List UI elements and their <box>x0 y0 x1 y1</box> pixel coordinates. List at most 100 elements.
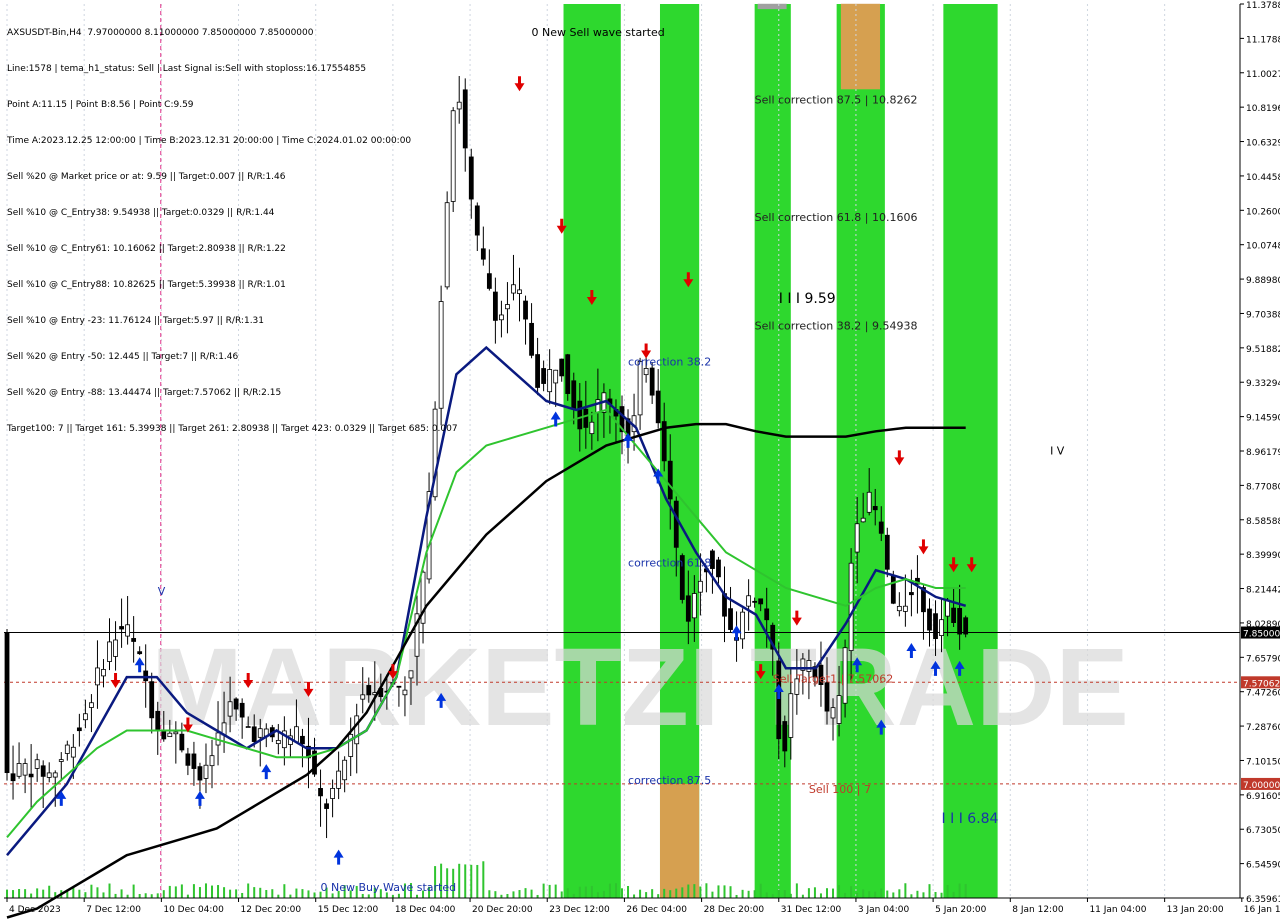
candle-body <box>227 701 233 717</box>
y-tick-label: 6.73050 <box>1246 826 1280 836</box>
y-tick-label: 9.88980 <box>1246 276 1280 286</box>
sell-88-line: Sell %20 @ Entry -88: 13.44474 || Target… <box>7 388 282 398</box>
y-tick-label: 10.07485 <box>1246 242 1280 252</box>
volume-bar <box>114 893 117 898</box>
candle-body <box>474 205 480 236</box>
candle-body <box>486 273 492 289</box>
volume-bar <box>48 885 51 898</box>
volume-bar <box>488 890 491 898</box>
y-tick-label: 9.51882 <box>1246 345 1280 355</box>
volume-bar <box>397 893 400 898</box>
wave-band <box>943 4 998 898</box>
sell-c88-line: Sell %10 @ C_Entry88: 10.82625 || Target… <box>7 280 286 290</box>
volume-bar <box>470 864 473 898</box>
candle-body <box>408 670 414 679</box>
candle-body <box>963 617 969 635</box>
price-tag-label: 7.00000 <box>1243 781 1280 791</box>
annotation-label: 0 New Buy Wave started <box>321 881 457 894</box>
wave-band <box>836 4 885 898</box>
volume-bar <box>639 889 642 898</box>
x-tick-label: 7 Dec 12:00 <box>86 905 141 915</box>
y-tick-label: 6.35961 <box>1246 895 1280 905</box>
y-tick-label: 8.39990 <box>1246 551 1280 561</box>
volume-bar <box>850 886 853 898</box>
candle-body <box>396 685 402 688</box>
y-tick-label: 8.58588 <box>1246 517 1280 527</box>
volume-bar <box>934 892 937 898</box>
candle-body <box>577 400 583 430</box>
x-tick-label: 10 Dec 04:00 <box>163 905 224 915</box>
volume-bar <box>18 889 21 898</box>
volume-bar <box>259 887 262 898</box>
volume-bar <box>6 889 9 898</box>
candle-body <box>523 300 528 320</box>
volume-bar <box>819 893 822 898</box>
x-tick-label: 13 Jan 20:00 <box>1167 905 1224 915</box>
volume-bar <box>42 889 45 898</box>
volume-bar <box>946 885 949 898</box>
candle-body <box>740 611 745 640</box>
price-tag-label: 7.57062 <box>1243 679 1280 689</box>
volume-bar <box>138 894 141 898</box>
volume-bar <box>560 891 563 898</box>
volume-bar <box>916 890 919 898</box>
volume-bar <box>880 888 883 898</box>
volume-bar <box>132 884 135 898</box>
volume-bar <box>518 890 521 898</box>
price-tag-label: 7.85000 <box>1243 630 1280 640</box>
volume-bar <box>723 885 726 898</box>
volume-bar <box>36 888 39 898</box>
wave-band <box>757 3 787 10</box>
sell-50-line: Sell %20 @ Entry -50: 12.445 || Target:7… <box>7 352 239 362</box>
candle-body <box>28 773 34 778</box>
annotation-label: Sell 100 | 7 <box>809 783 871 796</box>
volume-bar <box>892 892 895 898</box>
volume-bar <box>313 892 316 898</box>
volume-bar <box>271 889 274 898</box>
volume-bar <box>548 884 551 898</box>
candle-body <box>866 491 872 513</box>
volume-bar <box>566 888 569 898</box>
candle-body <box>643 368 649 376</box>
annotation-label: Sell correction 38.2 | 9.54938 <box>755 320 918 333</box>
candle-body <box>34 759 40 769</box>
volume-bar <box>150 894 153 898</box>
candle-body <box>131 638 137 642</box>
volume-bar <box>825 888 828 898</box>
candle-body <box>830 707 836 719</box>
volume-bar <box>928 884 931 898</box>
candle-body <box>583 408 589 428</box>
candle-body <box>927 608 932 631</box>
candle-body <box>155 710 161 730</box>
volume-bar <box>910 894 913 898</box>
wave-band <box>659 783 700 898</box>
volume-bar <box>235 889 238 898</box>
volume-bar <box>614 883 617 898</box>
volume-bar <box>669 890 672 898</box>
candle-body <box>402 689 408 696</box>
x-tick-label: 18 Dec 04:00 <box>395 905 456 915</box>
volume-bar <box>645 892 648 898</box>
candle-body <box>788 693 794 738</box>
y-tick-label: 8.21442 <box>1246 586 1280 596</box>
annotation-label: V <box>158 585 166 598</box>
volume-bar <box>759 883 762 898</box>
x-tick-label: 4 Dec 2023 <box>9 905 61 915</box>
candle-body <box>197 766 203 781</box>
candle-body <box>239 702 245 718</box>
volume-bar <box>898 889 901 898</box>
candle-body <box>456 101 462 110</box>
volume-bar <box>711 891 714 898</box>
volume-bar <box>621 888 623 898</box>
annotation-label: Sell correction 61.8 | 10.1606 <box>755 211 918 224</box>
candle-body <box>191 753 197 769</box>
volume-bar <box>144 893 147 898</box>
volume-bar <box>747 890 750 898</box>
candle-body <box>462 89 468 149</box>
wave-band <box>840 3 881 90</box>
volume-bar <box>12 890 15 898</box>
candle-body <box>76 727 82 732</box>
candle-body <box>758 598 764 605</box>
volume-bar <box>542 883 545 898</box>
candle-body <box>764 608 770 621</box>
